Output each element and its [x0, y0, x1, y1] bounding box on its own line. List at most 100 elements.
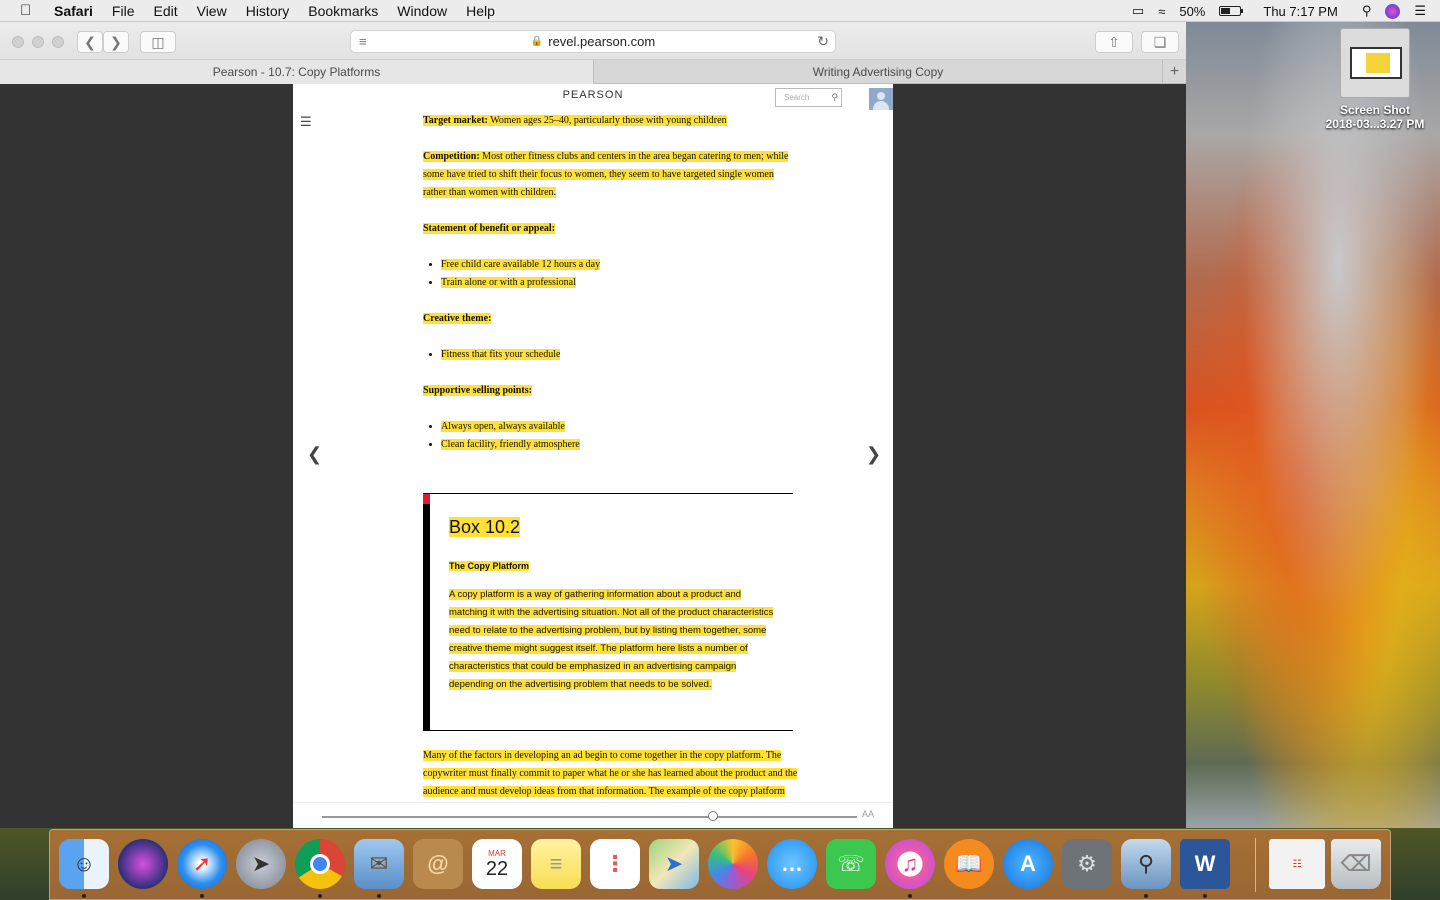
target-market-label: Target market: [423, 115, 488, 126]
battery-percent[interactable]: 50% [1179, 4, 1205, 19]
photos-icon[interactable] [708, 839, 758, 889]
desktop-screenshot-file[interactable]: Screen Shot 2018-03...3.27 PM [1316, 28, 1434, 131]
share-button[interactable]: ⇧ [1095, 31, 1133, 53]
running-indicator [82, 894, 86, 898]
running-indicator [377, 894, 381, 898]
app-store-icon[interactable]: A [1003, 839, 1053, 889]
close-window-button[interactable] [12, 36, 24, 48]
safari-window: ❮ ❯ ◫ ≡ 🔒 revel.pearson.com ↻ ⇧ ❏ Pearso… [0, 22, 1186, 828]
box-body-text: A copy platform is a way of gathering in… [449, 589, 774, 690]
hamburger-menu-icon[interactable]: ☰ [300, 114, 312, 130]
downloads-stack-icon[interactable]: ☷ [1269, 839, 1325, 889]
zoom-window-button[interactable] [52, 36, 64, 48]
box-body: A copy platform is a way of gathering in… [449, 586, 779, 694]
thumbnail-preview [1350, 47, 1402, 79]
finder-icon[interactable]: ☺ [59, 839, 109, 889]
box-title: Box 10.2 [449, 517, 521, 538]
running-indicator [1203, 894, 1207, 898]
text-size-button[interactable]: AA [862, 809, 874, 819]
sidebar-icon: ◫ [151, 33, 165, 50]
box-subtitle: The Copy Platform [449, 561, 530, 571]
list-item: Free child care available 12 hours a day [441, 256, 793, 274]
word-icon[interactable]: W [1180, 839, 1230, 889]
siri-menubar-icon[interactable] [1385, 3, 1401, 19]
search-input[interactable]: Search ⚲ [775, 88, 842, 107]
browser-toolbar: ❮ ❯ ◫ ≡ 🔒 revel.pearson.com ↻ ⇧ ❏ [0, 22, 1186, 60]
reader-icon[interactable]: ≡ [359, 34, 367, 49]
article-body: Target market: Women ages 25–40, particu… [423, 112, 793, 472]
menu-help[interactable]: Help [466, 3, 495, 19]
progress-slider-handle[interactable] [707, 811, 718, 821]
battery-fill [1221, 8, 1231, 14]
plus-icon: + [1169, 63, 1180, 80]
system-preferences-icon[interactable]: ⚙ [1062, 839, 1112, 889]
notification-center-icon[interactable]: ☰ [1414, 3, 1426, 19]
trash-icon[interactable]: ⌫ [1331, 839, 1381, 889]
running-indicator [908, 894, 912, 898]
dock-separator [1255, 838, 1256, 892]
list-item: Train alone or with a professional [441, 274, 793, 292]
mail-icon[interactable]: ✉ [354, 839, 404, 889]
target-market-text: Women ages 25–40, particularly those wit… [487, 115, 727, 126]
progress-track [322, 816, 857, 818]
ibooks-icon[interactable]: 📖 [944, 839, 994, 889]
tab-copy-platforms[interactable]: Pearson - 10.7: Copy Platforms [0, 60, 593, 84]
box-subtitle-text: The Copy Platform [449, 561, 530, 571]
creative-list: Fitness that fits your schedule [441, 346, 793, 364]
safari-icon[interactable]: ➚ [177, 839, 227, 889]
competition-label: Competition: [423, 151, 480, 162]
creative-label: Creative theme: [423, 313, 492, 324]
menu-view[interactable]: View [197, 3, 227, 19]
preview-icon[interactable]: ⚲ [1121, 839, 1171, 889]
list-item-text: Free child care available 12 hours a day [441, 259, 601, 270]
reading-progress-bar: AA [293, 802, 893, 828]
list-item-text: Train alone or with a professional [441, 277, 576, 288]
reload-icon[interactable]: ↻ [817, 33, 829, 50]
chrome-center [310, 854, 330, 874]
facetime-icon[interactable]: ☏ [826, 839, 876, 889]
chrome-icon[interactable] [295, 839, 345, 889]
tab-writing-advertising-copy[interactable]: Writing Advertising Copy [593, 60, 1162, 84]
reminders-icon[interactable]: ⋮ [590, 839, 640, 889]
airplay-icon[interactable]: ▭ [1132, 3, 1144, 19]
competition-paragraph: Competition: Most other fitness clubs an… [423, 148, 793, 202]
next-page-icon[interactable]: ❯ [866, 444, 881, 465]
calendar-day: 22 [485, 857, 509, 880]
tabs-icon: ❏ [1153, 33, 1167, 50]
notes-icon[interactable]: ≡ [531, 839, 581, 889]
minimize-window-button[interactable] [32, 36, 44, 48]
list-item: Clean facility, friendly atmosphere [441, 436, 793, 454]
spotlight-icon[interactable]: ⚲ [1362, 3, 1372, 19]
clock[interactable]: Thu 7:17 PM [1263, 4, 1337, 19]
menu-edit[interactable]: Edit [153, 3, 177, 19]
menu-app-name[interactable]: Safari [54, 3, 93, 19]
siri-icon[interactable] [118, 839, 168, 889]
maps-icon[interactable]: ➤ [649, 839, 699, 889]
tab-bar: Pearson - 10.7: Copy Platforms Writing A… [0, 60, 1186, 84]
page-content: PEARSON Search ⚲ ☰ ❮ ❯ Target market: Wo… [293, 84, 893, 828]
sidebar-button[interactable]: ◫ [140, 31, 176, 53]
forward-button[interactable]: ❯ [103, 31, 129, 53]
menu-history[interactable]: History [246, 3, 290, 19]
wifi-icon[interactable]: ≈ [1158, 4, 1165, 19]
prev-page-icon[interactable]: ❮ [307, 444, 322, 465]
list-item-text: Clean facility, friendly atmosphere [441, 439, 580, 450]
tabs-overview-button[interactable]: ❏ [1141, 31, 1179, 53]
benefit-label: Statement of benefit or appeal: [423, 223, 556, 234]
menu-file[interactable]: File [112, 3, 135, 19]
list-item: Always open, always available [441, 418, 793, 436]
menu-window[interactable]: Window [397, 3, 447, 19]
battery-icon[interactable] [1219, 6, 1244, 16]
calendar-icon[interactable]: MAR 22 [472, 839, 522, 889]
itunes-icon[interactable]: ♫ [885, 839, 935, 889]
apple-menu-icon[interactable]:  [20, 2, 38, 19]
back-button[interactable]: ❮ [77, 31, 103, 53]
messages-icon[interactable]: … [767, 839, 817, 889]
menu-bookmarks[interactable]: Bookmarks [308, 3, 378, 19]
address-bar[interactable]: ≡ 🔒 revel.pearson.com ↻ [350, 30, 836, 53]
avatar[interactable] [869, 88, 893, 110]
search-icon[interactable]: ⚲ [831, 92, 838, 103]
new-tab-button[interactable]: + [1162, 60, 1186, 84]
contacts-icon[interactable]: @ [413, 839, 463, 889]
launchpad-icon[interactable]: ➤ [236, 839, 286, 889]
